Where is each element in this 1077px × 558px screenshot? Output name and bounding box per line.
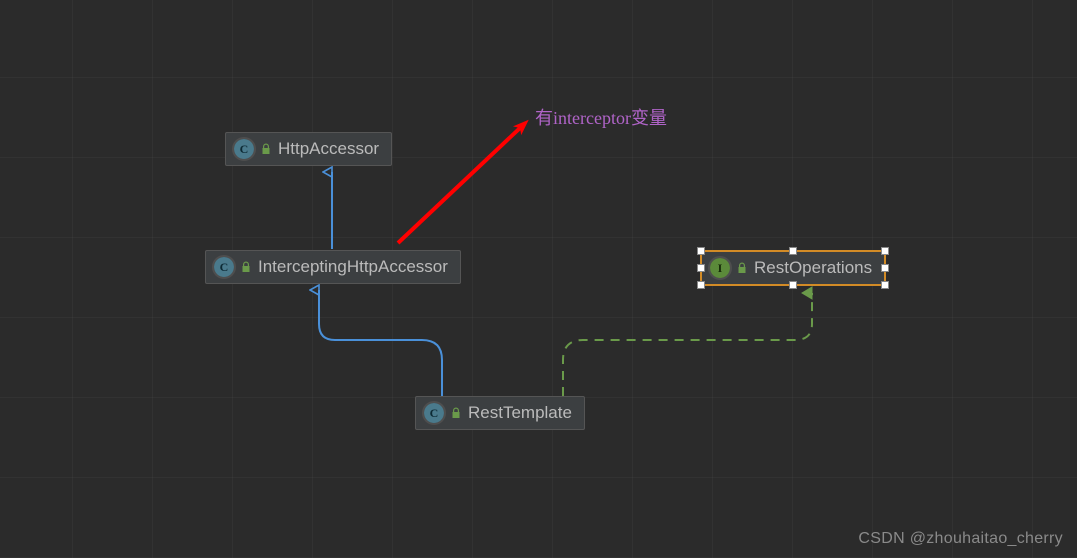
resize-handle[interactable] xyxy=(697,281,705,289)
resize-handle[interactable] xyxy=(697,264,705,272)
interface-node-rest-operations[interactable]: RestOperations xyxy=(700,250,886,286)
class-node-intercepting-http-accessor[interactable]: InterceptingHttpAccessor xyxy=(205,250,461,284)
class-icon xyxy=(214,257,234,277)
resize-handle[interactable] xyxy=(789,247,797,255)
resize-handle[interactable] xyxy=(881,264,889,272)
class-node-rest-template[interactable]: RestTemplate xyxy=(415,396,585,430)
lock-icon xyxy=(260,143,272,155)
lock-icon xyxy=(450,407,462,419)
class-node-http-accessor[interactable]: HttpAccessor xyxy=(225,132,392,166)
class-icon xyxy=(234,139,254,159)
canvas-grid xyxy=(0,0,1077,558)
annotation-text: 有interceptor变量 xyxy=(535,104,667,130)
node-label: RestTemplate xyxy=(468,403,572,423)
watermark: CSDN @zhouhaitao_cherry xyxy=(858,530,1063,548)
resize-handle[interactable] xyxy=(789,281,797,289)
lock-icon xyxy=(736,262,748,274)
interface-icon xyxy=(710,258,730,278)
class-icon xyxy=(424,403,444,423)
resize-handle[interactable] xyxy=(881,281,889,289)
node-label: InterceptingHttpAccessor xyxy=(258,257,448,277)
resize-handle[interactable] xyxy=(881,247,889,255)
node-label: HttpAccessor xyxy=(278,139,379,159)
lock-icon xyxy=(240,261,252,273)
node-label: RestOperations xyxy=(754,258,872,278)
resize-handle[interactable] xyxy=(697,247,705,255)
